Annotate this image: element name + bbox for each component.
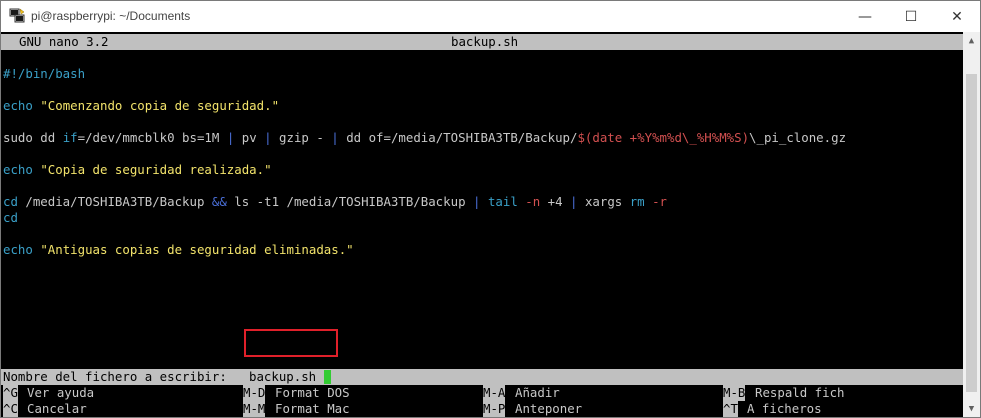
close-icon: ✕ [951, 8, 963, 25]
minimize-button[interactable]: — [842, 1, 888, 32]
code-line-echo-done: echo "Copia de seguridad realizada." [3, 162, 272, 178]
filename-prompt: Nombre del fichero a escribir: backup.sh [1, 369, 963, 385]
code-text: /media/TOSHIBA3TB/Backup [17, 194, 212, 209]
maximize-icon: ☐ [904, 8, 918, 25]
code-text: dd of=/media/TOSHIBA3TB/Backup/ [338, 130, 578, 145]
keyword-tail: tail [487, 194, 518, 209]
close-button[interactable]: ✕ [934, 1, 980, 32]
shortcut-key: M-D [243, 385, 266, 401]
code-line-shebang: #!/bin/bash [3, 66, 86, 81]
title-bar[interactable]: pi@raspberrypi: ~/Documents — ☐ ✕ [1, 1, 980, 32]
shortcut-ver-ayuda[interactable]: Ver ayuda [27, 385, 94, 401]
shortcut-key: M-P [483, 401, 506, 417]
minimize-icon: — [858, 8, 872, 25]
highlight-box [244, 329, 338, 357]
shortcut-key: ^G [3, 385, 18, 401]
terminal-area[interactable]: GNU nano 3.2 backup.sh #!/bin/bash echo … [1, 32, 963, 417]
scroll-thumb[interactable] [966, 74, 977, 392]
shortcut-a-ficheros[interactable]: A ficheros [747, 401, 822, 417]
arrow-up-icon[interactable]: ▲ [963, 32, 980, 49]
shortcut-key: ^C [3, 401, 18, 417]
shortcut-format-mac[interactable]: Format Mac [275, 401, 350, 417]
shortcut-format-dos[interactable]: Format DOS [275, 385, 350, 401]
prompt-label: Nombre del fichero a escribir: [3, 369, 227, 384]
code-text: +4 [540, 194, 571, 209]
arrow-down-icon[interactable]: ▼ [963, 400, 980, 417]
shortcut-key: ^T [723, 401, 738, 417]
shortcut-key: M-M [243, 401, 266, 417]
string-literal: "Copia de seguridad realizada." [40, 162, 272, 177]
flag-r: -r [652, 194, 668, 209]
text-cursor [324, 370, 331, 384]
filename-input[interactable]: backup.sh [249, 369, 316, 385]
keyword-cd: cd [3, 194, 18, 209]
code-text: \_pi_clone.gz [749, 130, 847, 145]
help-row-1: ^G Ver ayuda M-D Format DOS M-A Añadir M… [1, 385, 963, 401]
code-text: =/dev/mmcblk0 bs=1M [77, 130, 227, 145]
shortcut-key: M-A [483, 385, 506, 401]
code-text: pv [234, 130, 265, 145]
code-text: ls -t1 /media/TOSHIBA3TB/Backup [226, 194, 473, 209]
command-substitution: $(date +%Y%m%d\_%H%M%S) [577, 130, 750, 145]
flag-n: -n [525, 194, 541, 209]
pipe-operator: | [264, 130, 272, 145]
putty-icon [9, 8, 25, 23]
shortcut-anadir[interactable]: Añadir [515, 385, 560, 401]
pipe-operator: | [331, 130, 339, 145]
code-line-echo-removed: echo "Antiguas copias de seguridad elimi… [3, 242, 354, 258]
keyword-echo: echo [3, 98, 33, 113]
code-line-cleanup: cd /media/TOSHIBA3TB/Backup && ls -t1 /m… [3, 194, 667, 210]
window-title: pi@raspberrypi: ~/Documents [31, 9, 191, 23]
code-line-dd: sudo dd if=/dev/mmcblk0 bs=1M | pv | gzi… [3, 130, 846, 146]
pipe-operator: | [473, 194, 481, 209]
shortcut-key: M-B [723, 385, 746, 401]
keyword-echo: echo [3, 162, 33, 177]
shortcut-respald-fich[interactable]: Respald fich [755, 385, 845, 401]
terminal-window: pi@raspberrypi: ~/Documents — ☐ ✕ GNU na… [0, 0, 981, 418]
shortcut-anteponer[interactable]: Anteponer [515, 401, 582, 417]
code-text: sudo dd [3, 130, 63, 145]
and-operator: && [211, 194, 227, 209]
maximize-button[interactable]: ☐ [888, 1, 934, 32]
shortcut-cancelar[interactable]: Cancelar [27, 401, 87, 417]
vertical-scrollbar[interactable]: ▲ ▼ [963, 32, 980, 417]
nano-filename: backup.sh [451, 34, 519, 49]
help-row-2: ^C Cancelar M-M Format Mac M-P Anteponer… [1, 401, 963, 417]
keyword-if: if [62, 130, 78, 145]
string-literal: "Antiguas copias de seguridad eliminadas… [40, 242, 354, 257]
keyword-rm: rm [629, 194, 645, 209]
code-line-echo-start: echo "Comenzando copia de seguridad." [3, 98, 279, 114]
nano-version: GNU nano 3.2 [19, 34, 109, 49]
code-text: xargs [577, 194, 630, 209]
code-line-cd: cd [3, 210, 18, 225]
nano-header: GNU nano 3.2 backup.sh [1, 34, 963, 50]
code-text: gzip - [271, 130, 332, 145]
string-literal: "Comenzando copia de seguridad." [40, 98, 280, 113]
keyword-echo: echo [3, 242, 33, 257]
